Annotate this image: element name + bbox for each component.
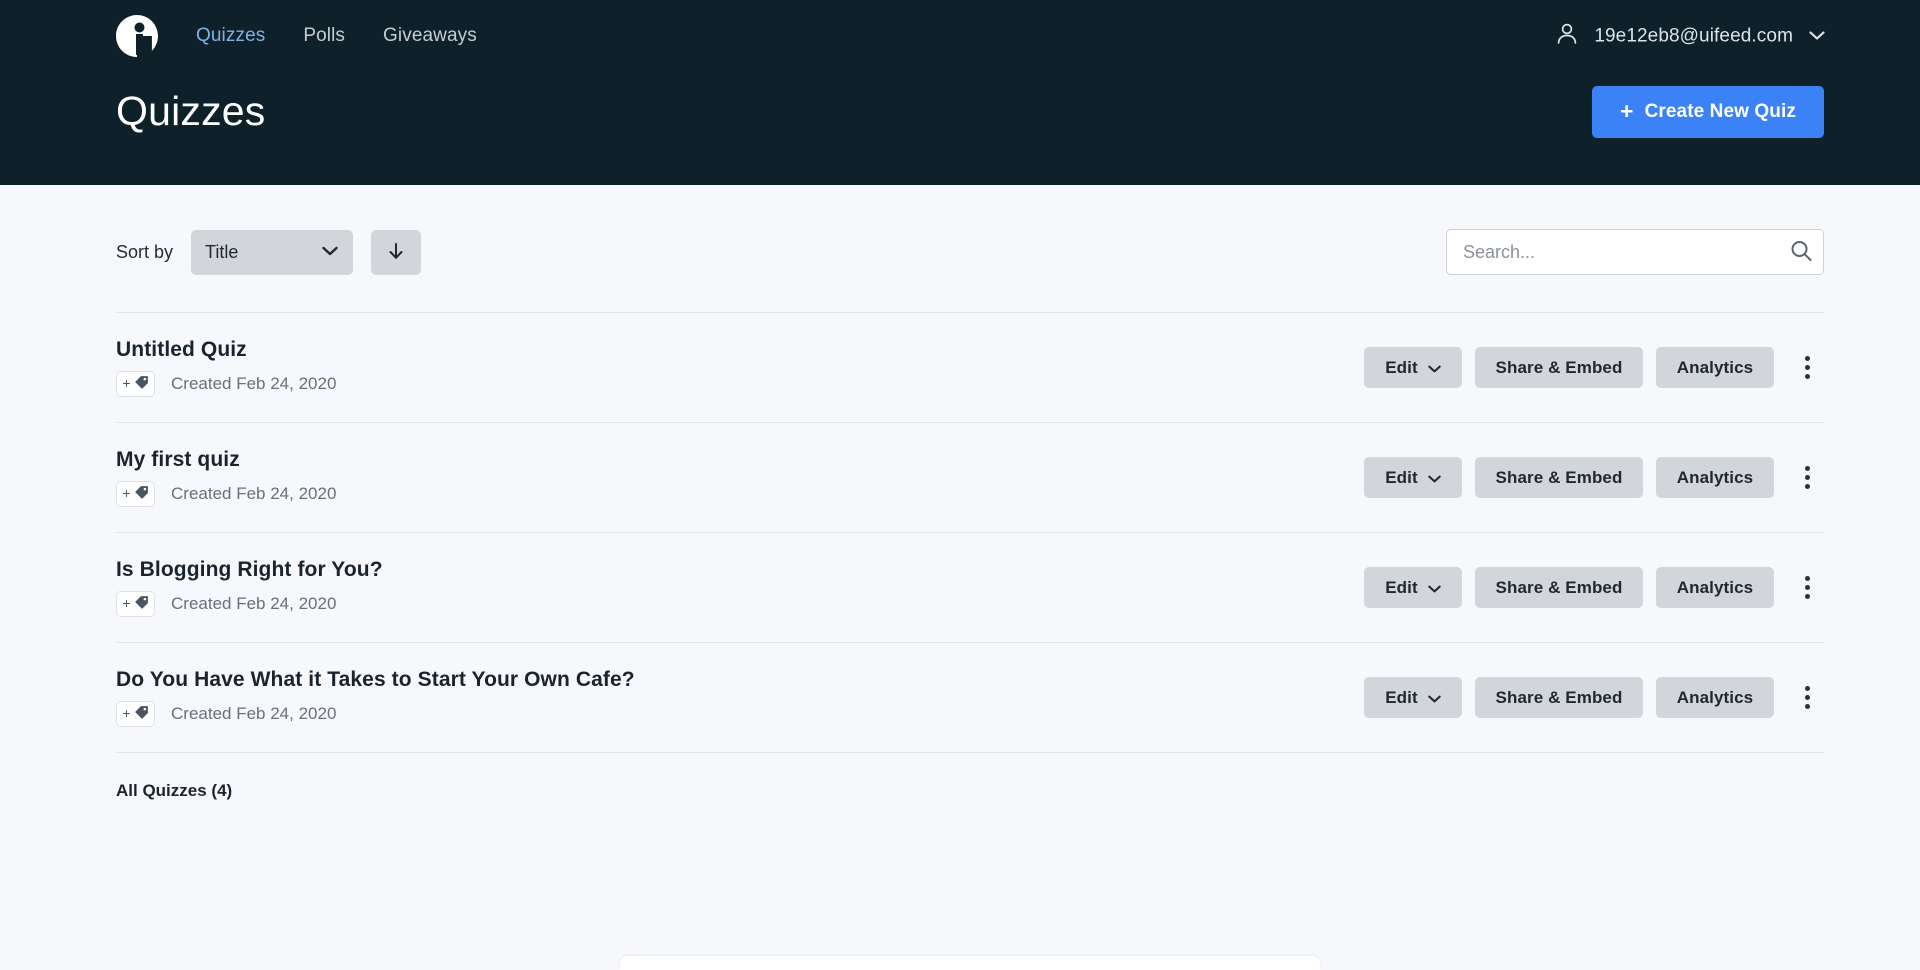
list-footer-count: All Quizzes (4)	[116, 781, 233, 800]
account-menu[interactable]: 19e12eb8@uifeed.com	[1556, 22, 1825, 51]
arrow-down-icon	[388, 241, 404, 264]
quiz-title[interactable]: Do You Have What it Takes to Start Your …	[116, 668, 635, 692]
user-icon	[1556, 22, 1578, 51]
create-new-quiz-label: Create New Quiz	[1644, 101, 1796, 122]
quiz-list: Untitled Quiz + Created Feb 24, 2020 Edi…	[116, 312, 1824, 753]
sort-select-wrapper: Title	[191, 229, 354, 275]
nav-item-giveaways[interactable]: Giveaways	[383, 25, 477, 47]
search-field-wrapper	[1446, 229, 1824, 275]
tag-icon	[134, 485, 149, 503]
quiz-meta: + Created Feb 24, 2020	[116, 481, 336, 507]
add-tag-button[interactable]: +	[116, 371, 155, 397]
sort-by-label: Sort by	[116, 241, 174, 262]
analytics-button[interactable]: Analytics	[1656, 567, 1774, 608]
edit-label: Edit	[1385, 357, 1418, 377]
quiz-meta: + Created Feb 24, 2020	[116, 371, 336, 397]
chevron-down-icon	[1428, 358, 1441, 378]
page-title: Quizzes	[116, 88, 266, 135]
plus-icon: +	[1620, 97, 1634, 124]
edit-label: Edit	[1385, 467, 1418, 487]
quiz-logo-icon[interactable]	[114, 13, 160, 59]
quiz-title[interactable]: My first quiz	[116, 448, 336, 472]
share-embed-button[interactable]: Share & Embed	[1475, 677, 1643, 718]
row-actions: Edit Share & Embed Analytics	[1364, 677, 1822, 718]
more-vertical-icon[interactable]	[1792, 347, 1822, 388]
top-navigation-bar: Quizzes Polls Giveaways 19e12eb8@uifeed.…	[0, 0, 1920, 72]
sort-direction-button[interactable]	[371, 229, 422, 275]
quiz-created-date: Created Feb 24, 2020	[171, 704, 337, 723]
edit-button[interactable]: Edit	[1364, 567, 1462, 608]
quiz-created-date: Created Feb 24, 2020	[171, 374, 337, 393]
analytics-button[interactable]: Analytics	[1656, 677, 1774, 718]
account-email: 19e12eb8@uifeed.com	[1594, 25, 1793, 46]
more-vertical-icon[interactable]	[1792, 677, 1822, 718]
nav-links: Quizzes Polls Giveaways	[196, 25, 477, 47]
plus-icon: +	[122, 485, 131, 501]
add-tag-button[interactable]: +	[116, 701, 155, 727]
analytics-button[interactable]: Analytics	[1656, 347, 1774, 388]
edit-button[interactable]: Edit	[1364, 347, 1462, 388]
quiz-info: Is Blogging Right for You? + Created Feb…	[116, 558, 383, 617]
plus-icon: +	[122, 375, 131, 391]
sort-select[interactable]: Title	[191, 229, 354, 275]
edit-label: Edit	[1385, 687, 1418, 707]
nav-item-polls[interactable]: Polls	[303, 25, 345, 47]
table-row: My first quiz + Created Feb 24, 2020 Edi…	[116, 423, 1824, 533]
quiz-created-date: Created Feb 24, 2020	[171, 484, 337, 503]
edit-button[interactable]: Edit	[1364, 677, 1462, 718]
search-button[interactable]	[1790, 240, 1812, 265]
quiz-info: Untitled Quiz + Created Feb 24, 2020	[116, 338, 336, 397]
quiz-title[interactable]: Untitled Quiz	[116, 338, 336, 362]
row-actions: Edit Share & Embed Analytics	[1364, 347, 1822, 388]
search-input[interactable]	[1446, 229, 1824, 275]
edit-button[interactable]: Edit	[1364, 457, 1462, 498]
plus-icon: +	[122, 705, 131, 721]
chevron-down-icon	[1428, 578, 1441, 598]
chevron-down-icon	[1809, 27, 1825, 45]
quiz-created-date: Created Feb 24, 2020	[171, 594, 337, 613]
row-actions: Edit Share & Embed Analytics	[1364, 567, 1822, 608]
quiz-info: My first quiz + Created Feb 24, 2020	[116, 448, 336, 507]
table-row: Is Blogging Right for You? + Created Feb…	[116, 533, 1824, 643]
add-tag-button[interactable]: +	[116, 481, 155, 507]
bottom-panel-edge	[620, 956, 1320, 970]
quiz-meta: + Created Feb 24, 2020	[116, 701, 635, 727]
share-embed-button[interactable]: Share & Embed	[1475, 457, 1643, 498]
search-icon	[1790, 240, 1812, 265]
table-row: Untitled Quiz + Created Feb 24, 2020 Edi…	[116, 313, 1824, 423]
chevron-down-icon	[1428, 468, 1441, 488]
sort-controls: Sort by Title	[116, 229, 422, 275]
add-tag-button[interactable]: +	[116, 591, 155, 617]
nav-item-quizzes[interactable]: Quizzes	[196, 25, 265, 47]
more-vertical-icon[interactable]	[1792, 457, 1822, 498]
chevron-down-icon	[1428, 688, 1441, 708]
list-controls: Sort by Title	[0, 229, 1920, 275]
tag-icon	[134, 705, 149, 723]
page-title-row: Quizzes + Create New Quiz	[0, 86, 1920, 138]
quiz-info: Do You Have What it Takes to Start Your …	[116, 668, 635, 727]
table-row: Do You Have What it Takes to Start Your …	[116, 643, 1824, 753]
app-header: Quizzes Polls Giveaways 19e12eb8@uifeed.…	[0, 0, 1920, 185]
quiz-meta: + Created Feb 24, 2020	[116, 591, 383, 617]
analytics-button[interactable]: Analytics	[1656, 457, 1774, 498]
share-embed-button[interactable]: Share & Embed	[1475, 347, 1643, 388]
edit-label: Edit	[1385, 577, 1418, 597]
row-actions: Edit Share & Embed Analytics	[1364, 457, 1822, 498]
tag-icon	[134, 595, 149, 613]
share-embed-button[interactable]: Share & Embed	[1475, 567, 1643, 608]
tag-icon	[134, 375, 149, 393]
create-new-quiz-button[interactable]: + Create New Quiz	[1592, 86, 1824, 138]
more-vertical-icon[interactable]	[1792, 567, 1822, 608]
plus-icon: +	[122, 595, 131, 611]
quiz-title[interactable]: Is Blogging Right for You?	[116, 558, 383, 582]
